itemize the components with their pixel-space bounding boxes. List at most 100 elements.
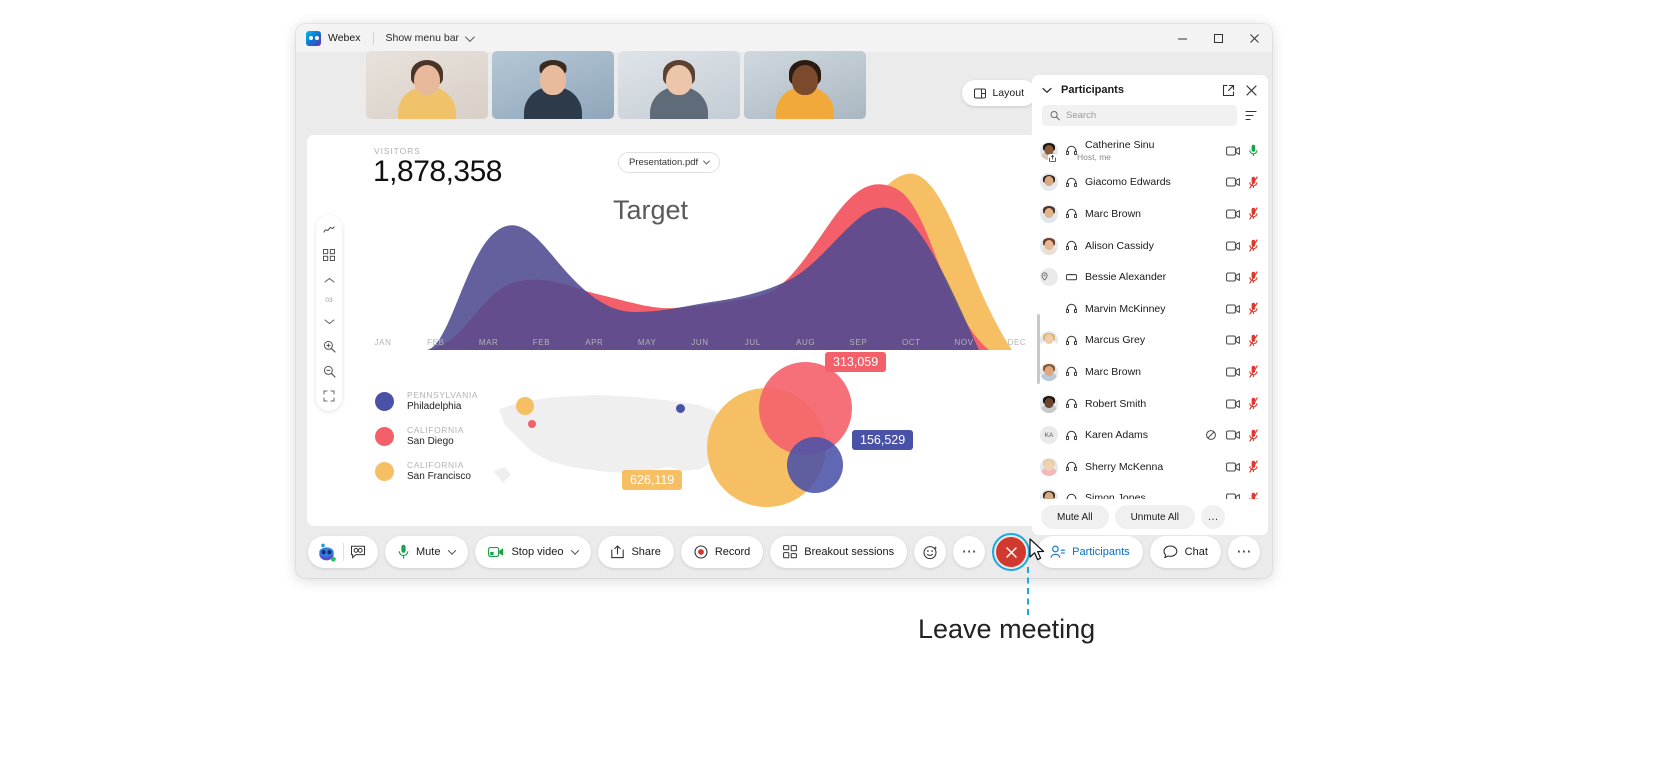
video-camera-icon[interactable] [1226, 177, 1240, 187]
headset-icon [1066, 398, 1077, 409]
legend-state: CALIFORNIA [407, 460, 465, 470]
sort-list-icon[interactable] [1245, 109, 1258, 122]
stop-video-button[interactable]: Stop video [475, 536, 592, 568]
video-camera-icon[interactable] [1226, 241, 1240, 251]
closed-captions-button[interactable] [350, 545, 372, 559]
page-down-icon[interactable] [319, 313, 339, 329]
video-thumbnail[interactable] [492, 51, 614, 119]
participants-panel: Participants Search Catherine Sinu Host,… [1032, 75, 1268, 535]
video-thumbnail[interactable] [618, 51, 740, 119]
zoom-in-icon[interactable] [319, 338, 339, 354]
minimize-button[interactable] [1164, 24, 1200, 52]
record-button[interactable]: Record [680, 536, 764, 568]
no-video-icon[interactable] [1205, 429, 1217, 441]
maximize-button[interactable] [1200, 24, 1236, 52]
microphone-muted-icon[interactable] [1249, 428, 1258, 442]
participants-label: Participants [1072, 546, 1130, 558]
participant-name: Marc Brown [1085, 365, 1142, 378]
microphone-muted-icon[interactable] [1249, 207, 1258, 221]
headset-icon [1066, 462, 1077, 472]
participant-text: Karen Adams [1077, 429, 1148, 441]
search-box[interactable] [1042, 105, 1237, 126]
leave-meeting-wrapper [992, 533, 1031, 571]
microphone-muted-icon[interactable] [1249, 302, 1258, 315]
annotate-icon[interactable] [319, 222, 339, 238]
video-camera-icon[interactable] [1226, 304, 1240, 314]
participant-row[interactable]: Alison Cassidy [1032, 230, 1268, 262]
video-thumbnail[interactable] [744, 51, 866, 119]
layout-button[interactable]: Layout [962, 80, 1036, 106]
participant-row[interactable]: Simon Jones [1032, 483, 1268, 500]
close-panel-icon[interactable] [1245, 84, 1258, 97]
legend-swatch [375, 391, 394, 411]
microphone-muted-icon[interactable] [1249, 239, 1258, 252]
participant-row[interactable]: Giacomo Edwards [1032, 167, 1268, 199]
participant-name: Catherine Sinu [1085, 139, 1155, 152]
controlbar-overflow-button[interactable]: ⋯ [1227, 536, 1260, 568]
breakout-sessions-button[interactable]: Breakout sessions [770, 536, 908, 568]
microphone-icon[interactable] [1249, 144, 1258, 157]
layout-icon [974, 88, 987, 98]
headset-icon [1066, 240, 1077, 251]
show-menu-bar-button[interactable]: Show menu bar [386, 31, 475, 44]
participants-scrollbar[interactable] [1037, 314, 1040, 384]
more-options-button[interactable]: ⋯ [953, 536, 986, 568]
participants-list[interactable]: Catherine Sinu Host, me Giacomo Edwards Mar… [1032, 135, 1268, 500]
microphone-muted-icon[interactable] [1249, 334, 1258, 347]
map-bubble-philadelphia [676, 404, 685, 413]
participant-row[interactable]: Catherine Sinu Host, me [1032, 135, 1268, 167]
grid-view-icon[interactable] [319, 247, 339, 263]
participant-row[interactable]: Sherry McKenna [1032, 451, 1268, 483]
participant-name: Bessie Alexander [1085, 271, 1167, 284]
video-camera-icon[interactable] [1226, 430, 1240, 440]
participant-status-icons [1226, 460, 1258, 473]
video-camera-icon[interactable] [1226, 462, 1240, 472]
avatar [1040, 204, 1058, 223]
participant-row[interactable]: Robert Smith [1032, 388, 1268, 420]
video-camera-icon[interactable] [1226, 146, 1240, 156]
participant-row[interactable]: Marc Brown [1032, 356, 1268, 388]
participants-icon [1050, 545, 1066, 558]
participant-row[interactable]: KA Karen Adams [1032, 419, 1268, 451]
axis-tick: JUN [691, 338, 709, 347]
chat-button[interactable]: Chat [1149, 536, 1221, 568]
head-shape [540, 65, 566, 95]
video-camera-icon[interactable] [1226, 209, 1240, 219]
series-philadelphia [427, 207, 979, 350]
avatar [1040, 236, 1058, 255]
video-camera-icon[interactable] [1226, 399, 1240, 409]
page-up-icon[interactable] [319, 272, 339, 288]
search-input[interactable] [1066, 110, 1229, 121]
microphone-muted-icon[interactable] [1249, 176, 1258, 189]
participant-name: Marc Brown [1085, 207, 1142, 220]
page-number: 03 [325, 297, 333, 304]
chevron-down-icon[interactable] [1042, 87, 1052, 94]
share-button[interactable]: Share [598, 536, 674, 568]
participant-row[interactable]: Marvin McKinney [1032, 293, 1268, 325]
microphone-muted-icon[interactable] [1249, 270, 1258, 284]
mute-button[interactable]: Mute [385, 536, 469, 568]
participant-row[interactable]: Marcus Grey [1032, 325, 1268, 357]
webex-ai-assistant-button[interactable] [316, 542, 337, 563]
participants-button[interactable]: Participants [1037, 536, 1143, 568]
video-camera-icon[interactable] [1226, 367, 1240, 377]
popout-icon[interactable] [1222, 84, 1235, 97]
participant-row[interactable]: Marc Brown [1032, 198, 1268, 230]
microphone-muted-icon[interactable] [1249, 460, 1258, 473]
avatar [1040, 331, 1058, 350]
video-thumbnail[interactable] [366, 51, 488, 119]
zoom-out-icon[interactable] [319, 363, 339, 379]
fit-to-screen-icon[interactable] [319, 388, 339, 404]
microphone-muted-icon[interactable] [1249, 365, 1258, 379]
legend-state: PENNSYLVANIA [407, 390, 479, 400]
microphone-muted-icon[interactable] [1249, 397, 1258, 410]
participant-name: Giacomo Edwards [1085, 176, 1171, 189]
room-device-icon [1066, 274, 1077, 281]
participant-row[interactable]: Bessie Alexander [1032, 261, 1268, 293]
participant-name: Alison Cassidy [1085, 239, 1154, 252]
close-button[interactable] [1236, 24, 1272, 52]
reactions-button[interactable] [914, 536, 947, 568]
video-camera-icon[interactable] [1226, 335, 1240, 345]
video-camera-icon[interactable] [1226, 272, 1240, 282]
avatar-location-pin [1040, 268, 1058, 287]
